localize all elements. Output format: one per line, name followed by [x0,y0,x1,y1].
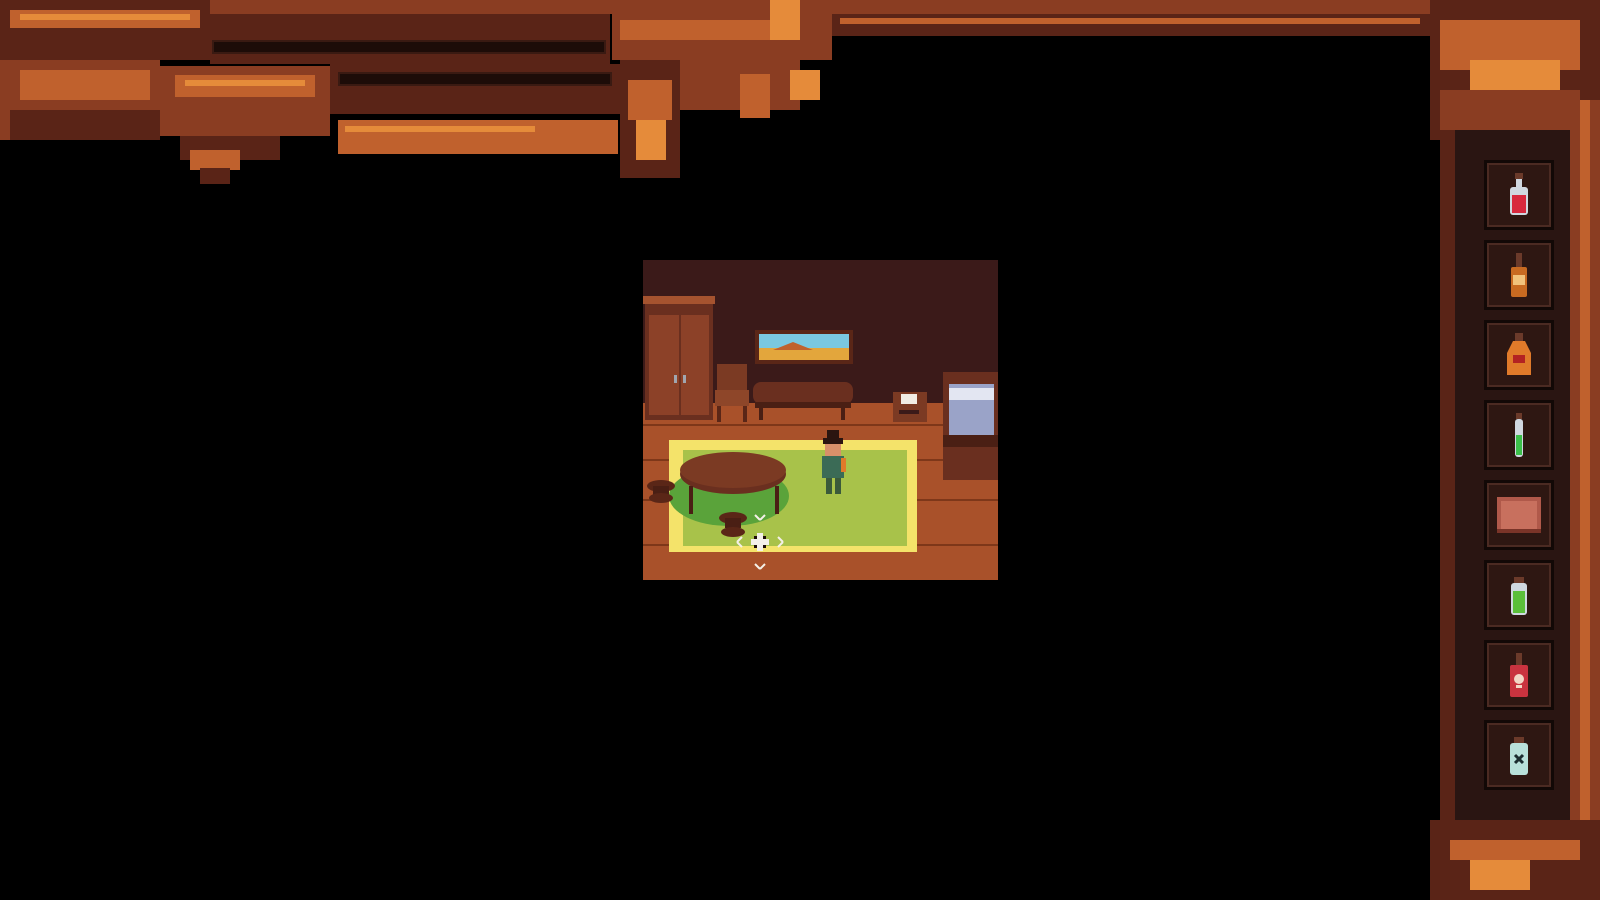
game-viewport[interactable] [643,260,998,580]
inventory-slot-6[interactable] [1484,560,1554,630]
orange-flask-icon [1507,333,1531,375]
skull-bottle-icon [1510,653,1528,697]
amber-bottle-icon [1511,253,1527,297]
inventory-slot-5[interactable] [1484,480,1554,550]
inventory-slot-2[interactable] [1484,240,1554,310]
green-jar-icon [1511,577,1527,615]
inventory-slot-7[interactable] [1484,640,1554,710]
inventory-slot-3[interactable] [1484,320,1554,390]
wardrobe[interactable] [643,296,715,420]
nightstand[interactable] [893,392,927,422]
bed[interactable] [943,372,998,480]
poison-jar-icon [1510,737,1528,775]
book-icon [1497,497,1541,533]
red-potion-icon [1510,173,1528,215]
landscape-painting[interactable] [755,330,853,364]
inventory-slot-1[interactable] [1484,160,1554,230]
top-frame [0,0,1600,185]
health-bar [212,40,606,54]
room-scene [643,260,998,580]
inventory-slot-8[interactable] [1484,720,1554,790]
inventory-slot-4[interactable] [1484,400,1554,470]
green-vial-icon [1515,413,1523,457]
stamina-bar [338,72,612,86]
inventory-panel [1484,160,1556,800]
